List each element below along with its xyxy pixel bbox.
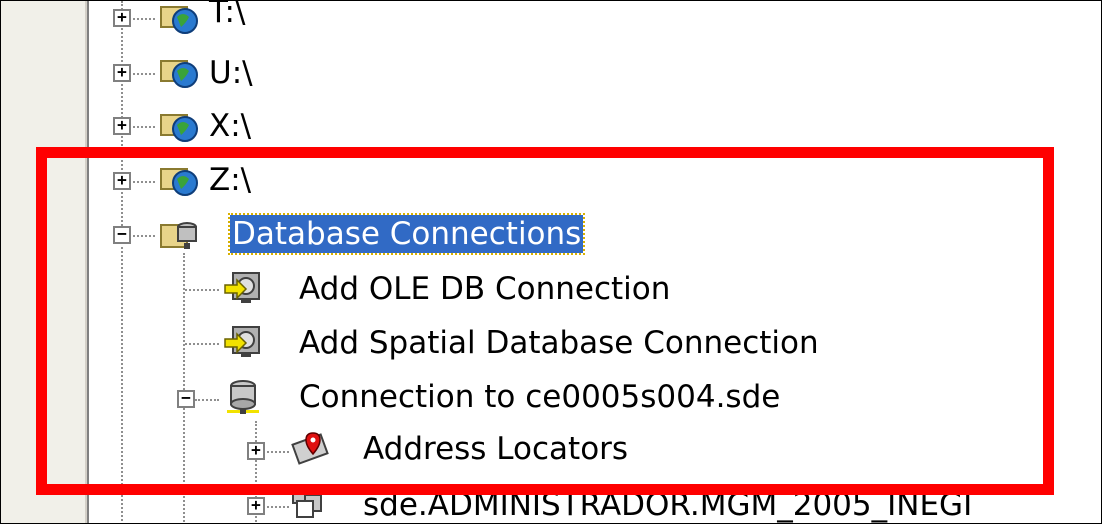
catalog-tree-panel: + T:\ + U:\ + X:\ + Z:\ − Database Conne…	[0, 0, 1102, 524]
expand-u-drive-button[interactable]: +	[113, 62, 131, 82]
red-highlight-box	[36, 147, 1054, 495]
expand-x-drive-button[interactable]: +	[113, 115, 131, 135]
tree-item-x-drive[interactable]: X:\	[209, 107, 251, 145]
network-drive-icon	[159, 53, 199, 91]
tree-item-t-drive[interactable]: T:\	[209, 1, 245, 31]
expand-feature-dataset-button[interactable]: +	[247, 495, 265, 515]
network-drive-icon	[159, 1, 199, 37]
expand-t-drive-button[interactable]: +	[113, 7, 131, 27]
network-drive-icon	[159, 107, 199, 145]
tree-item-u-drive[interactable]: U:\	[209, 54, 253, 92]
